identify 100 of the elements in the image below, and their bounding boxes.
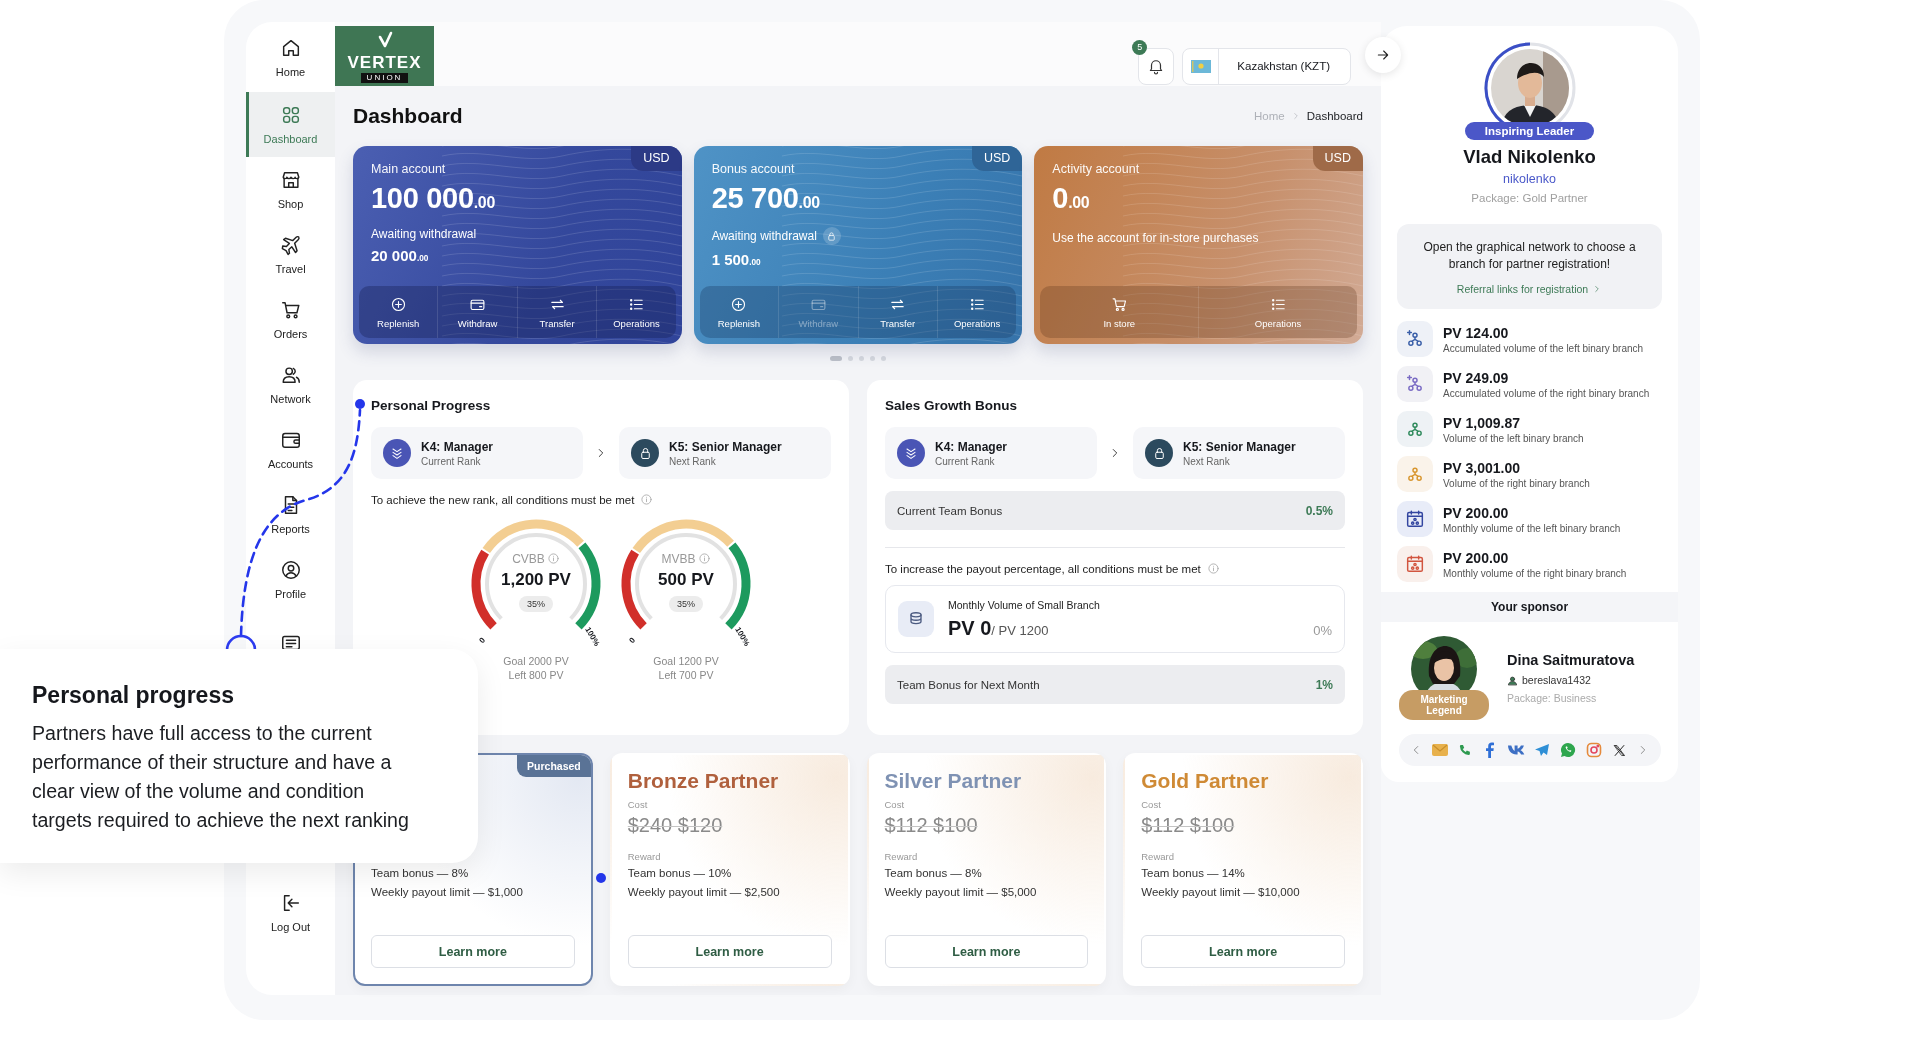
mail-icon[interactable] — [1432, 743, 1449, 757]
carousel-dot[interactable] — [859, 355, 864, 361]
info-icon — [1206, 562, 1220, 575]
reward-label: Reward — [627, 851, 661, 862]
pending-label: Awaiting withdrawal — [711, 229, 817, 243]
stat-value: PV 200.00 — [1443, 549, 1510, 566]
stat-caption: Monthly volume of the right binary branch — [1443, 567, 1627, 579]
stat-caption: Accumulated volume of the left binary branch — [1443, 342, 1644, 354]
reward-text: Weekly payout limit — $5,000 — [884, 885, 1038, 900]
account-action[interactable]: Withdraw — [437, 286, 517, 338]
nav-item[interactable]: Network — [246, 352, 335, 417]
account-action[interactable]: Transfer — [857, 286, 937, 338]
referral-link[interactable]: Referral links for registration — [1456, 283, 1603, 295]
gauge-value: 1,200 PV — [501, 570, 571, 590]
bonus-value: 0.5% — [1305, 503, 1333, 518]
account-action[interactable]: Transfer — [516, 286, 597, 338]
currency-badge: USD — [1312, 146, 1363, 171]
account-action[interactable]: Replenish — [699, 286, 779, 338]
logout-button[interactable]: Log Out — [246, 880, 335, 945]
nav-item[interactable]: Reports — [246, 482, 335, 547]
nav-item[interactable]: Home — [246, 22, 335, 92]
account-title: Main account — [371, 162, 447, 176]
profile-name: Vlad Nikolenko — [1463, 146, 1596, 168]
currency-badge: USD — [631, 146, 682, 171]
carousel-dot[interactable] — [848, 355, 853, 361]
stat-value: PV 1,009.87 — [1443, 414, 1522, 431]
dot-marker — [355, 399, 365, 409]
condition-note: To increase the payout percentage, all conditions must be met — [885, 562, 1201, 575]
package-label: Package: Business — [1507, 692, 1598, 704]
gauge-value: 500 PV — [658, 570, 714, 590]
section-title: Personal Progress — [371, 398, 492, 413]
bonus-value: 1% — [1315, 677, 1333, 692]
padlock-drawing — [826, 230, 838, 242]
gauge-goal: Goal 1200 PV — [653, 654, 719, 668]
balance-amount: 25 700.00 — [711, 182, 821, 215]
account-title: Activity account — [1052, 162, 1141, 176]
stat-caption: Volume of the right binary branch — [1443, 477, 1590, 489]
breadcrumb-link[interactable]: Dashboard — [1306, 110, 1363, 122]
rank-caption: Next Rank — [669, 455, 717, 467]
bonus-label: Team Bonus for Next Month — [897, 678, 1040, 691]
stat-value: PV 3,001.00 — [1443, 459, 1522, 476]
account-action[interactable]: Operations — [596, 286, 676, 338]
carousel-dot[interactable] — [870, 355, 875, 361]
sponsor-heading: Your sponsor — [1381, 592, 1678, 622]
nav-item[interactable]: Travel — [246, 222, 335, 287]
carousel-dot[interactable] — [881, 355, 886, 361]
reward-text: Team bonus — 8% — [371, 866, 470, 881]
username-link[interactable]: nikolenko — [1503, 172, 1556, 186]
rank-caption: Next Rank — [1183, 455, 1231, 467]
sponsor-name: Dina Saitmuratova — [1507, 652, 1635, 668]
gauge-goal: Goal 2000 PV — [503, 654, 569, 668]
learn-more-button[interactable]: Learn more — [884, 935, 1089, 968]
nav-item[interactable]: Dashboard — [246, 92, 335, 157]
cost-label: Cost — [1141, 799, 1161, 810]
account-action[interactable]: Operations — [936, 286, 1017, 338]
sponsor-username: bereslava1432 — [1522, 674, 1591, 686]
reward-label: Reward — [1141, 851, 1174, 862]
condition-note: To achieve the new rank, all conditions must be met — [371, 493, 635, 506]
chat-icon[interactable] — [1560, 742, 1577, 758]
region-selector[interactable]: Kazakhstan (KZT) — [1182, 47, 1351, 85]
nav-item[interactable]: Shop — [246, 157, 335, 222]
volume-label: Monthly Volume of Small Branch — [948, 598, 1100, 611]
cost-label: Cost — [884, 799, 905, 810]
social-icon[interactable] — [1506, 744, 1525, 756]
account-action[interactable]: Replenish — [359, 286, 438, 338]
cost-label: Cost — [627, 799, 648, 810]
camera-icon[interactable] — [1585, 742, 1602, 758]
notification-badge: 5 — [1132, 39, 1148, 55]
account-action[interactable]: Operations — [1198, 286, 1357, 338]
cross-icon — [1611, 742, 1627, 758]
dot-marker — [596, 873, 606, 883]
info-icon — [640, 493, 654, 506]
stat-caption: Monthly volume of the left binary branch — [1443, 522, 1621, 534]
stat-value: PV 124.00 — [1443, 324, 1510, 341]
nav-item[interactable]: Profile — [246, 547, 335, 612]
currency-badge: USD — [971, 146, 1023, 171]
nav-item[interactable]: Accounts — [246, 417, 335, 482]
calendar-icon — [1404, 553, 1426, 575]
referral-text: Open the graphical network to choose a branch for partner registration! — [1422, 239, 1637, 273]
paper-plane-icon[interactable] — [1534, 743, 1551, 757]
profile-icon — [279, 559, 302, 581]
plus-icon — [730, 295, 748, 313]
logo-name: VERTEX — [347, 54, 422, 72]
stat-value: PV 249.09 — [1443, 369, 1510, 386]
reward-label: Reward — [884, 851, 918, 862]
reward-text: Team bonus — 8% — [884, 866, 983, 881]
user-icon — [1507, 674, 1518, 686]
learn-more-button[interactable]: Learn more — [371, 935, 575, 968]
pending-amount: 1 500.00 — [711, 251, 762, 268]
account-action[interactable]: In store — [1040, 286, 1199, 338]
rank-name: K5: Senior Manager — [669, 439, 782, 454]
plane-icon — [279, 234, 302, 256]
learn-more-button[interactable]: Learn more — [1141, 935, 1345, 968]
expand-button[interactable] — [1365, 37, 1401, 73]
purchased-badge: Purchased — [517, 755, 591, 777]
rank-name: K4: Manager — [421, 439, 494, 454]
balance-amount: 0.00 — [1052, 182, 1091, 215]
nav-item[interactable]: Orders — [246, 287, 335, 352]
learn-more-button[interactable]: Learn more — [627, 935, 832, 968]
section-title: Sales Growth Bonus — [885, 398, 1019, 413]
